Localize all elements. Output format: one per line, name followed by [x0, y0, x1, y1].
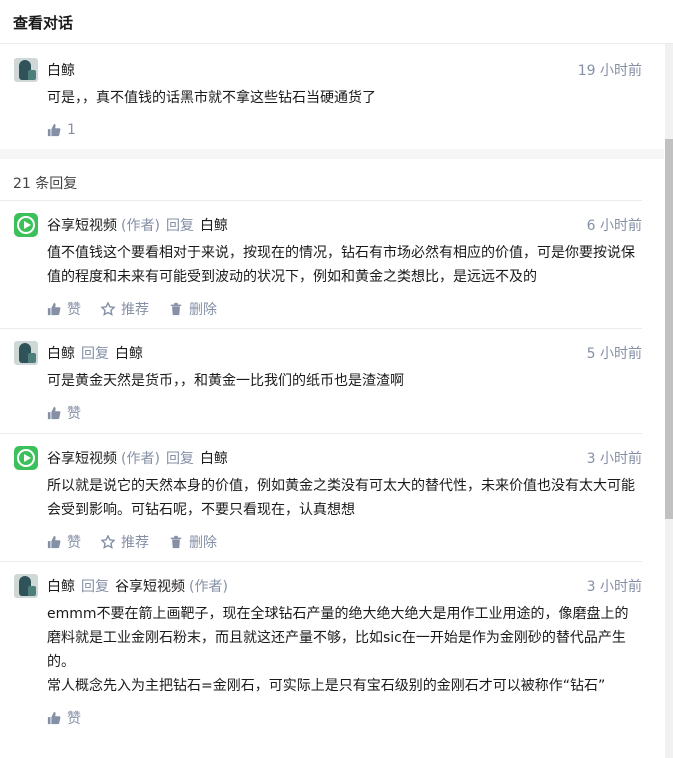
like-count: 1 [67, 122, 76, 138]
comment-time: 19 小时前 [577, 63, 642, 79]
whale-avatar-icon[interactable] [14, 574, 38, 598]
reply-meta: 谷享短视频 (作者) 回复 白鲸 6 小时前 [14, 212, 642, 238]
reply-item: 白鲸 回复 白鲸 5 小时前 可是黄金天然是货币，，和黄金一比我们的纸币也是渣渣… [0, 329, 642, 434]
reply-label: 回复 [165, 218, 194, 234]
delete-label: 删除 [189, 535, 217, 551]
panel-title: 查看对话 [13, 14, 74, 32]
reply-label: 回复 [81, 579, 109, 595]
reply-text: emmm不要在箭上画靶子，现在全球钻石产量的绝大绝大绝大是用作工业用途的，像磨盘… [47, 606, 629, 694]
whale-avatar-icon[interactable] [14, 58, 38, 82]
trash-icon [170, 535, 182, 549]
thumbs-up-icon [47, 535, 61, 549]
scrollbar-track[interactable] [665, 44, 673, 758]
reply-actions: 赞 [14, 698, 642, 738]
thumbs-up-icon [47, 711, 61, 725]
comment-author[interactable]: 白鲸 [47, 60, 75, 80]
like-button[interactable]: 赞 [47, 532, 81, 552]
reply-time: 5 小时前 [586, 346, 642, 362]
like-button[interactable]: 赞 [47, 403, 81, 423]
reply-label: 回复 [165, 451, 194, 467]
reply-count: 21 条回复 [13, 176, 78, 192]
delete-label: 删除 [189, 302, 217, 318]
reply-label: 回复 [81, 346, 109, 362]
video-avatar-icon[interactable] [14, 446, 38, 470]
reply-item: 谷享短视频 (作者) 回复 白鲸 6 小时前 值不值钱这个要看相对于来说，按现在… [0, 201, 642, 329]
like-button[interactable]: 赞 [47, 708, 81, 728]
reply-target[interactable]: 白鲸 [115, 343, 143, 363]
recommend-button[interactable]: 推荐 [101, 532, 149, 552]
conversation-panel: 查看对话 白鲸 19 小时前 可是，，真不值钱的话黑市就不拿这些钻石当硬通货了 … [0, 0, 673, 758]
scrollbar-thumb[interactable] [665, 139, 673, 519]
like-label: 赞 [67, 406, 81, 422]
reply-time: 3 小时前 [586, 579, 642, 595]
reply-author[interactable]: 谷享短视频 [47, 448, 117, 468]
like-label: 赞 [67, 711, 81, 727]
comment-actions: 1 [14, 110, 642, 150]
thumbs-up-icon [47, 302, 61, 316]
reply-meta: 谷享短视频 (作者) 回复 白鲸 3 小时前 [14, 445, 642, 471]
whale-avatar-icon[interactable] [14, 341, 38, 365]
section-divider [0, 149, 664, 159]
reply-item: 谷享短视频 (作者) 回复 白鲸 3 小时前 所以就是说它的天然本身的价值，例如… [0, 434, 642, 562]
star-icon [101, 535, 115, 549]
like-button[interactable]: 1 [47, 122, 76, 138]
recommend-label: 推荐 [121, 535, 149, 551]
replies-header: 21 条回复 [0, 159, 642, 201]
root-comment: 白鲸 19 小时前 可是，，真不值钱的话黑市就不拿这些钻石当硬通货了 1 [0, 44, 664, 149]
thumbs-up-icon [47, 123, 61, 137]
like-button[interactable]: 赞 [47, 299, 81, 319]
reply-meta: 白鲸 回复 谷享短视频 (作者) 3 小时前 [14, 573, 642, 599]
like-label: 赞 [67, 302, 81, 318]
reply-time: 3 小时前 [586, 451, 642, 467]
reply-actions: 赞 [14, 393, 642, 433]
reply-actions: 赞 推荐 删除 [14, 289, 642, 329]
like-label: 赞 [67, 535, 81, 551]
reply-target[interactable]: 谷享短视频 [115, 576, 185, 596]
author-tag: (作者) [121, 218, 160, 234]
delete-button[interactable]: 删除 [169, 532, 217, 552]
target-tag: (作者) [189, 579, 228, 595]
author-tag: (作者) [121, 451, 160, 467]
reply-author[interactable]: 谷享短视频 [47, 215, 117, 235]
reply-target[interactable]: 白鲸 [200, 448, 228, 468]
reply-target[interactable]: 白鲸 [200, 215, 228, 235]
reply-text: 值不值钱这个要看相对于来说，按现在的情况，钻石有市场必然有相应的价值，可是你要按… [47, 245, 635, 285]
comment-meta: 白鲸 19 小时前 [14, 57, 642, 83]
delete-button[interactable]: 删除 [169, 299, 217, 319]
comment-text: 可是，，真不值钱的话黑市就不拿这些钻石当硬通货了 [47, 90, 376, 106]
trash-icon [170, 302, 182, 316]
reply-text: 可是黄金天然是货币，，和黄金一比我们的纸币也是渣渣啊 [47, 373, 404, 389]
reply-author[interactable]: 白鲸 [47, 576, 75, 596]
reply-text: 所以就是说它的天然本身的价值，例如黄金之类没有可太大的替代性，未来价值也没有太大… [47, 478, 635, 518]
reply-actions: 赞 推荐 删除 [14, 522, 642, 562]
reply-author[interactable]: 白鲸 [47, 343, 75, 363]
thumbs-up-icon [47, 406, 61, 420]
reply-item: 白鲸 回复 谷享短视频 (作者) 3 小时前 emmm不要在箭上画靶子，现在全球… [0, 562, 642, 758]
reply-time: 6 小时前 [586, 218, 642, 234]
recommend-label: 推荐 [121, 302, 149, 318]
conversation-content: 白鲸 19 小时前 可是，，真不值钱的话黑市就不拿这些钻石当硬通货了 1 21 … [0, 44, 664, 758]
panel-header: 查看对话 [0, 0, 673, 44]
recommend-button[interactable]: 推荐 [101, 299, 149, 319]
video-avatar-icon[interactable] [14, 213, 38, 237]
star-icon [101, 302, 115, 316]
reply-meta: 白鲸 回复 白鲸 5 小时前 [14, 340, 642, 366]
